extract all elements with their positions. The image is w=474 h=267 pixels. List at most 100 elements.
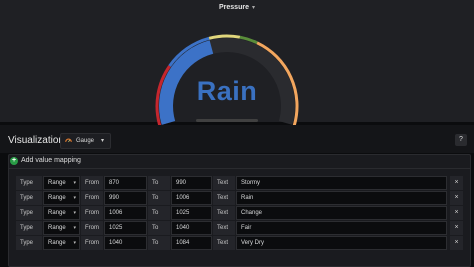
to-input[interactable]: 1040 [171, 221, 212, 235]
type-select-text: Range [48, 180, 66, 186]
text-label-text: Text [217, 195, 229, 201]
from-input-text: 1006 [109, 210, 123, 216]
text-input-text: Stormy [241, 180, 261, 186]
from-label-text: From [85, 225, 99, 231]
add-value-mapping-button[interactable]: + Add value mapping [10, 156, 81, 167]
from-input[interactable]: 990 [104, 191, 147, 205]
delete-mapping-button[interactable]: × [450, 191, 463, 205]
to-label: To [148, 206, 170, 220]
type-select[interactable]: Range ▾ [43, 176, 80, 190]
to-label: To [148, 221, 170, 235]
to-input-text: 1084 [176, 240, 190, 246]
delete-mapping-button-text: × [454, 194, 459, 201]
delete-mapping-button-text: × [454, 179, 459, 186]
visualization-picker[interactable]: Gauge ▾ [60, 133, 111, 149]
type-select-text: Range [48, 225, 66, 231]
text-input[interactable]: Fair [236, 221, 447, 235]
to-input[interactable]: 1006 [171, 191, 212, 205]
gauge-icon [65, 138, 72, 143]
value-mapping-row: Type Range ▾ From 1040 To 1084 Text Very Dry × [0, 236, 474, 250]
chevron-down-icon: ▾ [73, 180, 76, 186]
type-label-text: Type [20, 180, 34, 186]
from-input[interactable]: 1025 [104, 221, 147, 235]
from-label-text: From [85, 210, 99, 216]
text-label: Text [213, 206, 235, 220]
to-label-text: To [152, 210, 159, 216]
chevron-down-icon: ▾ [101, 138, 105, 144]
text-label-text: Text [217, 240, 229, 246]
value-mapping-row: Type Range ▾ From 1025 To 1040 Text Fair × [0, 221, 474, 235]
value-mapping-row: Type Range ▾ From 1006 To 1025 Text Change × [0, 206, 474, 220]
to-input-text: 1040 [176, 225, 190, 231]
help-button[interactable]: ? [455, 134, 467, 146]
panel-resize-handle[interactable] [196, 119, 258, 122]
to-label-text: To [152, 225, 159, 231]
from-label: From [81, 191, 103, 205]
type-select[interactable]: Range ▾ [43, 206, 80, 220]
from-input[interactable]: 870 [104, 176, 147, 190]
plus-circle-icon: + [10, 157, 18, 165]
to-input[interactable]: 1084 [171, 236, 212, 250]
text-input[interactable]: Change [236, 206, 447, 220]
type-select-text: Range [48, 210, 66, 216]
to-label-text: To [152, 195, 159, 201]
text-input-text: Fair [241, 225, 252, 231]
text-label-text: Text [217, 210, 229, 216]
threshold-yellow-arc [208, 34, 241, 40]
from-label-text: From [85, 180, 99, 186]
add-value-mapping-label: Add value mapping [21, 157, 81, 164]
from-input[interactable]: 1006 [104, 206, 147, 220]
text-input[interactable]: Rain [236, 191, 447, 205]
type-label-text: Type [20, 240, 34, 246]
to-label-text: To [152, 180, 159, 186]
to-input-text: 1006 [176, 195, 190, 201]
from-input-text: 1040 [109, 240, 123, 246]
to-input[interactable]: 1025 [171, 206, 212, 220]
delete-mapping-button-text: × [454, 224, 459, 231]
text-input-text: Change [241, 210, 263, 216]
type-label: Type [16, 191, 42, 205]
text-input-text: Very Dry [241, 240, 265, 246]
to-label-text: To [152, 240, 159, 246]
text-input[interactable]: Very Dry [236, 236, 447, 250]
from-input-text: 990 [109, 195, 120, 201]
value-mapping-row: Type Range ▾ From 990 To 1006 Text Rain × [0, 191, 474, 205]
type-label-text: Type [20, 210, 34, 216]
text-label-text: Text [217, 180, 229, 186]
text-label: Text [213, 236, 235, 250]
type-select-text: Range [48, 195, 66, 201]
delete-mapping-button[interactable]: × [450, 176, 463, 190]
from-input-text: 870 [109, 180, 120, 186]
type-select[interactable]: Range ▾ [43, 236, 80, 250]
type-label: Type [16, 176, 42, 190]
type-select[interactable]: Range ▾ [43, 221, 80, 235]
to-input-text: 990 [176, 180, 187, 186]
from-label-text: From [85, 240, 99, 246]
text-input-text: Rain [241, 195, 254, 201]
chevron-down-icon: ▾ [73, 225, 76, 231]
delete-mapping-button[interactable]: × [450, 206, 463, 220]
gauge-value-text: Rain [196, 76, 258, 106]
type-label: Type [16, 206, 42, 220]
from-label: From [81, 221, 103, 235]
value-mapping-row: Type Range ▾ From 870 To 990 Text Stormy × [0, 176, 474, 190]
to-label: To [148, 236, 170, 250]
from-label-text: From [85, 195, 99, 201]
from-label: From [81, 236, 103, 250]
delete-mapping-button[interactable]: × [450, 221, 463, 235]
delete-mapping-button[interactable]: × [450, 236, 463, 250]
text-label: Text [213, 176, 235, 190]
to-input[interactable]: 990 [171, 176, 212, 190]
delete-mapping-button-text: × [454, 239, 459, 246]
text-input[interactable]: Stormy [236, 176, 447, 190]
type-select-text: Range [48, 240, 66, 246]
type-label-text: Type [20, 225, 34, 231]
chevron-down-icon: ▾ [73, 240, 76, 246]
from-input[interactable]: 1040 [104, 236, 147, 250]
type-select[interactable]: Range ▾ [43, 191, 80, 205]
text-label: Text [213, 221, 235, 235]
from-input-text: 1025 [109, 225, 123, 231]
text-label: Text [213, 191, 235, 205]
to-label: To [148, 191, 170, 205]
to-label: To [148, 176, 170, 190]
